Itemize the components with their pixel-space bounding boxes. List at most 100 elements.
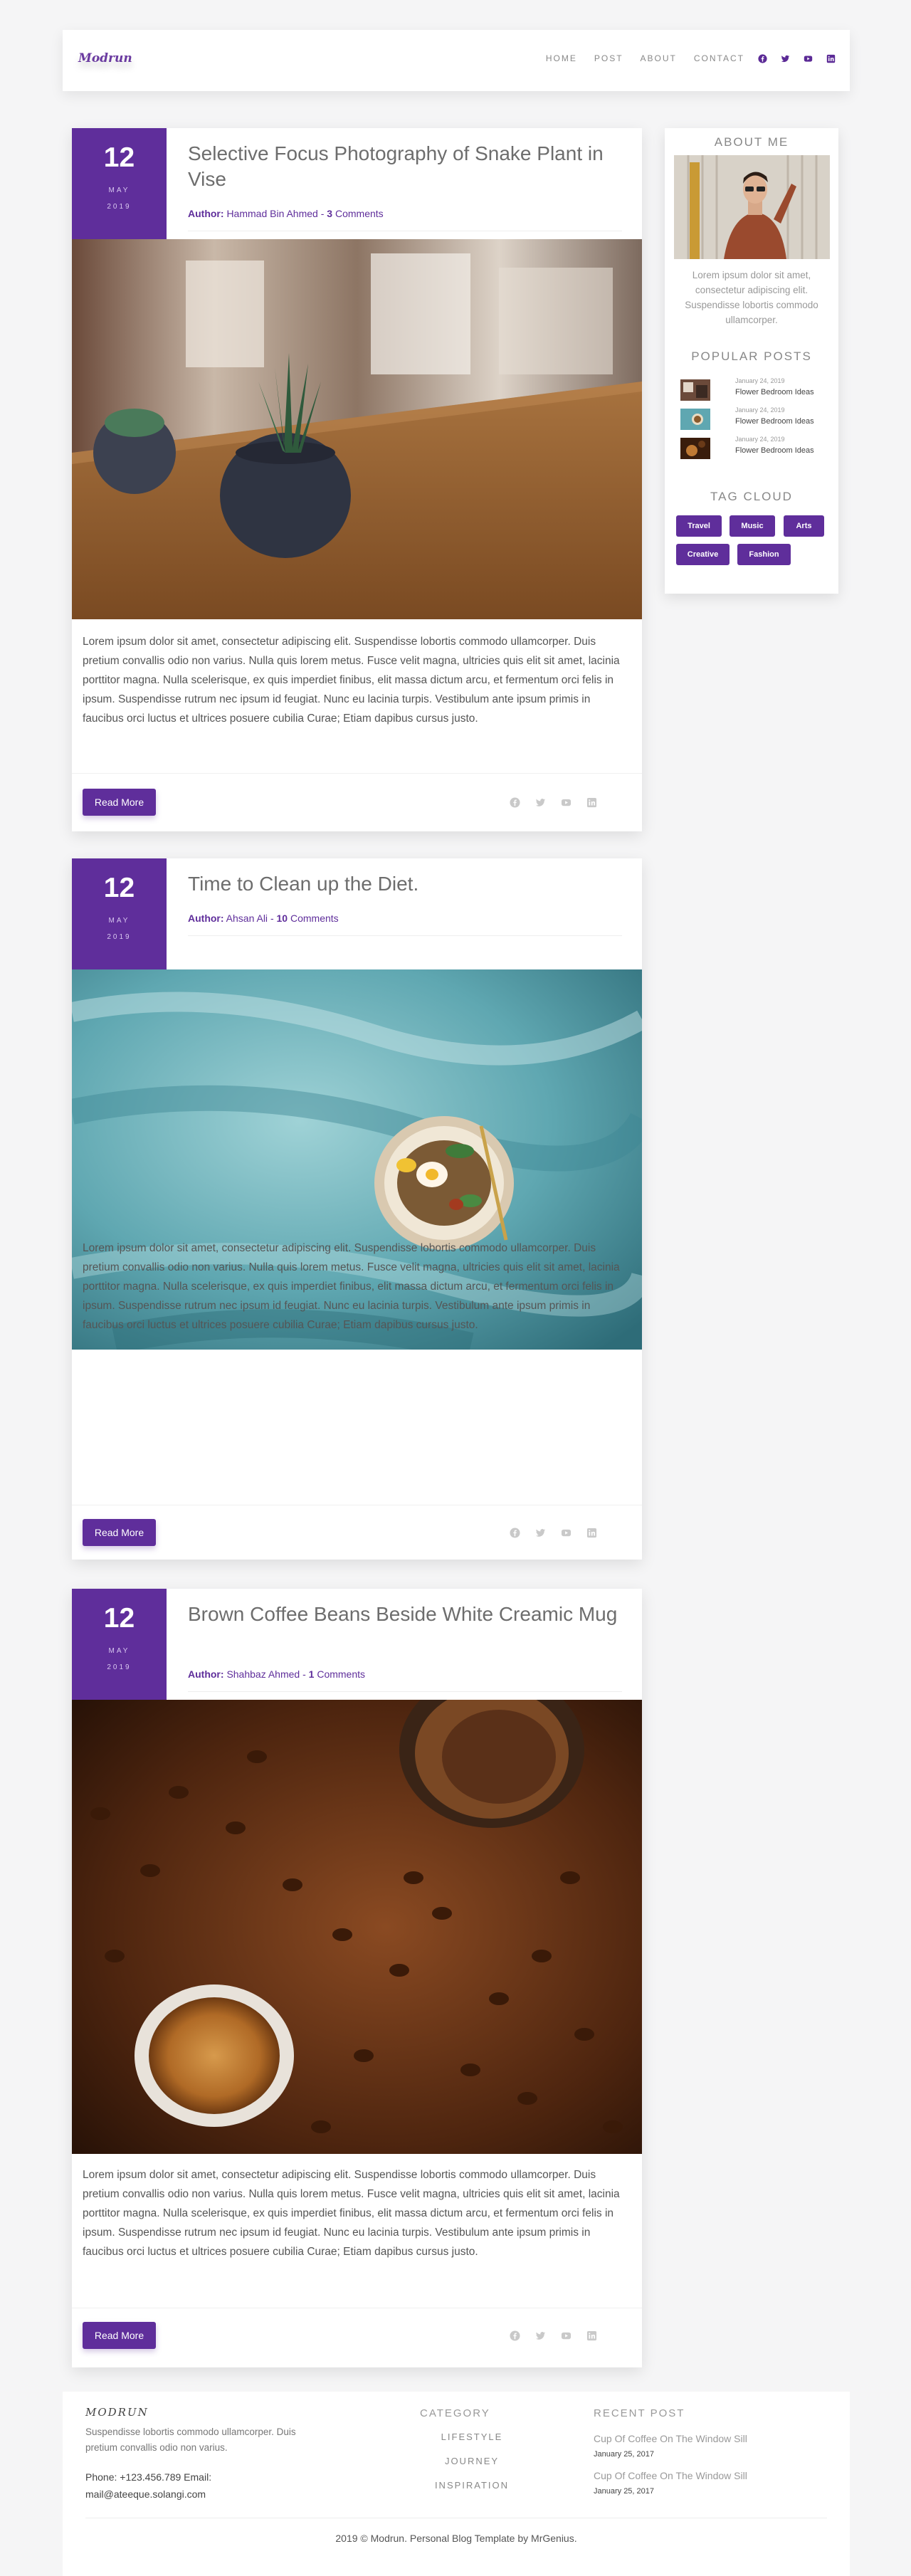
footer-category-heading: CATEGORY [420, 2407, 490, 2419]
popular-post-thumbnail[interactable] [680, 438, 710, 459]
meta-separator: - [320, 208, 325, 219]
post-meta: Author: Shahbaz Ahmed - 1 Comments [188, 1668, 365, 1680]
twitter-icon[interactable] [535, 2330, 547, 2342]
author-link[interactable]: Ahsan Ali [226, 913, 268, 924]
recent-post-date: January 25, 2017 [594, 2450, 655, 2459]
author-label: Author: [188, 913, 224, 924]
popular-post-title[interactable]: Flower Bedroom Ideas [735, 446, 814, 455]
post-card: 12 MAY 2019 Selective Focus Photography … [72, 128, 642, 831]
post-excerpt: Lorem ipsum dolor sit amet, consectetur … [83, 636, 620, 725]
nav-about[interactable]: ABOUT [641, 53, 677, 63]
about-heading: ABOUT ME [714, 135, 789, 149]
popular-post-thumbnail[interactable] [680, 409, 710, 430]
linkedin-icon[interactable] [586, 2330, 598, 2342]
meta-separator: - [270, 913, 274, 924]
nav-home[interactable]: HOME [546, 53, 577, 63]
comments-count[interactable]: 10 [277, 913, 288, 924]
post-image-coffee-beans[interactable] [72, 1700, 642, 2154]
post-title[interactable]: Time to Clean up the Diet. [188, 871, 622, 897]
youtube-icon[interactable] [561, 797, 572, 809]
post-excerpt: Lorem ipsum dolor sit amet, consectetur … [83, 2169, 620, 2258]
post-year: 2019 [107, 1663, 132, 1671]
post-day: 12 [103, 142, 135, 173]
post-day: 12 [103, 1603, 135, 1634]
linkedin-icon[interactable] [586, 797, 598, 809]
tag-music[interactable]: Music [730, 515, 775, 537]
footer-category-journey[interactable]: JOURNEY [426, 2456, 518, 2466]
author-photo [674, 155, 830, 259]
popular-post-date: January 24, 2019 [735, 436, 785, 443]
footer-category-lifestyle[interactable]: LIFESTYLE [426, 2432, 518, 2442]
comments-count[interactable]: 3 [327, 208, 332, 219]
popular-post-title[interactable]: Flower Bedroom Ideas [735, 388, 814, 396]
post-card: 12 MAY 2019 Brown Coffee Beans Beside Wh… [72, 1589, 642, 2367]
tag-creative[interactable]: Creative [676, 544, 730, 565]
facebook-icon[interactable] [510, 797, 521, 809]
post-month: MAY [108, 1647, 130, 1655]
author-link[interactable]: Hammad Bin Ahmed [226, 208, 317, 219]
linkedin-icon[interactable] [826, 53, 836, 63]
read-more-button[interactable]: Read More [83, 2322, 156, 2349]
facebook-icon[interactable] [757, 53, 767, 63]
share-icons [495, 1528, 598, 1539]
comments-count[interactable]: 1 [309, 1668, 315, 1680]
site-logo[interactable]: Modrun [78, 51, 132, 65]
comments-label[interactable]: Comments [290, 913, 339, 924]
popular-post-item[interactable]: January 24, 2019 Flower Bedroom Ideas [680, 406, 823, 433]
twitter-icon[interactable] [535, 797, 547, 809]
tag-travel[interactable]: Travel [676, 515, 722, 537]
youtube-icon[interactable] [561, 2330, 572, 2342]
twitter-icon[interactable] [535, 1528, 547, 1539]
recent-post-title[interactable]: Cup Of Coffee On The Window Sill [594, 2433, 747, 2444]
popular-posts-heading: POPULAR POSTS [691, 349, 812, 363]
post-card: 12 MAY 2019 Time to Clean up the Diet. A… [72, 858, 642, 1560]
site-footer: MODRUN Suspendisse lobortis commodo ulla… [63, 2392, 850, 2576]
recent-post-title[interactable]: Cup Of Coffee On The Window Sill [594, 2470, 747, 2481]
footer-category-inspiration[interactable]: INSPIRATION [426, 2480, 518, 2491]
youtube-icon[interactable] [561, 1528, 572, 1539]
tag-arts[interactable]: Arts [784, 515, 824, 537]
nav-contact[interactable]: CONTACT [694, 53, 744, 63]
author-label: Author: [188, 1668, 224, 1680]
post-day: 12 [103, 873, 135, 903]
linkedin-icon[interactable] [586, 1528, 598, 1539]
popular-post-thumbnail[interactable] [680, 379, 710, 401]
post-year: 2019 [107, 203, 132, 211]
popular-post-title[interactable]: Flower Bedroom Ideas [735, 417, 814, 426]
copyright: 2019 © Modrun. Personal Blog Template by… [335, 2533, 577, 2544]
comments-label[interactable]: Comments [335, 208, 384, 219]
title-divider [188, 935, 622, 936]
title-divider [188, 1691, 622, 1692]
post-meta: Author: Ahsan Ali - 10 Comments [188, 913, 339, 924]
footer-logo[interactable]: MODRUN [85, 2406, 149, 2419]
author-link[interactable]: Shahbaz Ahmed [226, 1668, 300, 1680]
tag-fashion[interactable]: Fashion [737, 544, 791, 565]
footer-email[interactable]: mail@ateeque.solangi.com [85, 2486, 342, 2503]
twitter-icon[interactable] [780, 53, 790, 63]
meta-separator: - [302, 1668, 306, 1680]
youtube-icon[interactable] [803, 53, 813, 63]
post-image-snake-plant[interactable] [72, 239, 642, 619]
facebook-icon[interactable] [510, 2330, 521, 2342]
popular-post-item[interactable]: January 24, 2019 Flower Bedroom Ideas [680, 436, 823, 463]
post-date-badge: 12 MAY 2019 [72, 1589, 167, 1700]
facebook-icon[interactable] [510, 1528, 521, 1539]
comments-label[interactable]: Comments [317, 1668, 365, 1680]
post-title[interactable]: Brown Coffee Beans Beside White Creamic … [188, 1602, 622, 1627]
read-more-button[interactable]: Read More [83, 1519, 156, 1546]
popular-post-item[interactable]: January 24, 2019 Flower Bedroom Ideas [680, 377, 823, 404]
post-title[interactable]: Selective Focus Photography of Snake Pla… [188, 141, 622, 192]
tag-cloud-heading: TAG CLOUD [710, 490, 793, 503]
popular-post-date: January 24, 2019 [735, 406, 785, 414]
nav-post[interactable]: POST [594, 53, 623, 63]
about-text: Lorem ipsum dolor sit amet, consectetur … [685, 270, 818, 325]
sidebar: ABOUT ME Lorem ipsum dolor sit amet, con… [665, 128, 838, 594]
post-date-badge: 12 MAY 2019 [72, 128, 167, 239]
post-month: MAY [108, 917, 130, 925]
main-nav: HOME POST ABOUT CONTACT [529, 53, 836, 63]
read-more-button[interactable]: Read More [83, 789, 156, 816]
post-year: 2019 [107, 933, 132, 941]
post-meta: Author: Hammad Bin Ahmed - 3 Comments [188, 208, 384, 219]
footer-contact: Phone: +123.456.789 Email: mail@ateeque.… [85, 2469, 342, 2503]
post-month: MAY [108, 186, 130, 194]
